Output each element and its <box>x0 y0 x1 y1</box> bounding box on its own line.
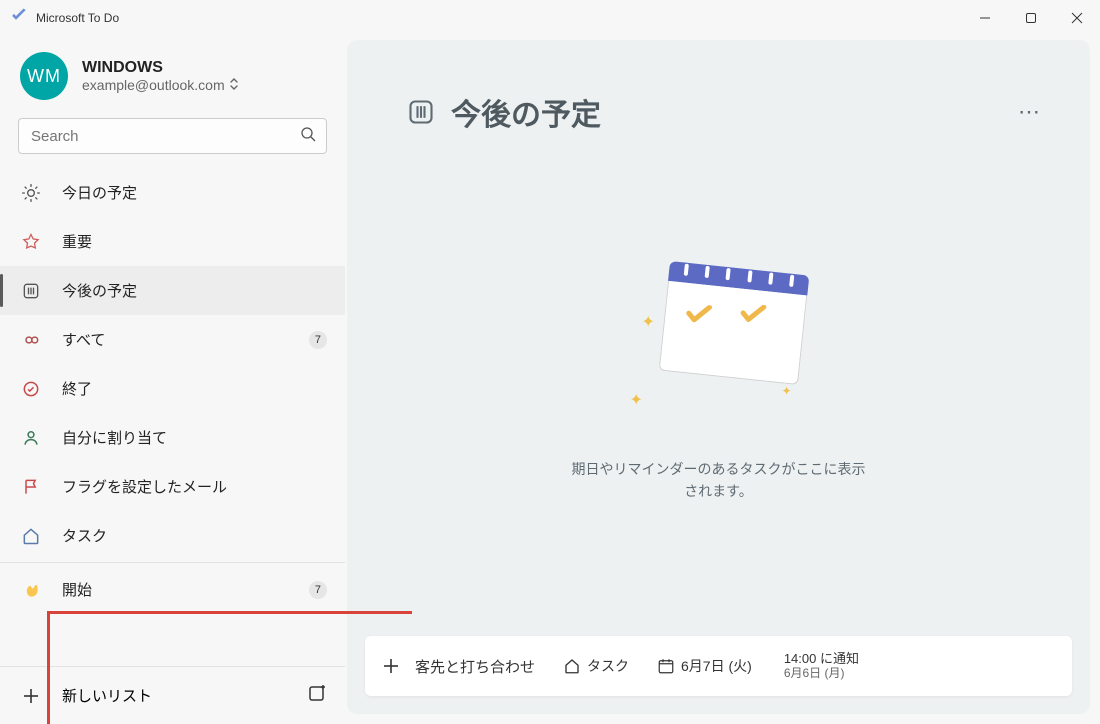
app-title: Microsoft To Do <box>36 11 119 25</box>
nav-label: 今日の予定 <box>62 182 137 203</box>
list-chip[interactable]: タスク <box>555 656 637 676</box>
empty-state-line2: されます。 <box>572 480 866 502</box>
sparkle-icon: ✦ <box>642 312 655 332</box>
nav-divider <box>0 562 345 563</box>
minimize-button[interactable] <box>962 0 1008 36</box>
main-panel: 今後の予定 ⋯ ✦ ✦ ✦ <box>347 40 1090 714</box>
nav-label: 終了 <box>62 378 92 399</box>
search-box[interactable] <box>18 118 327 154</box>
sparkle-icon: ✦ <box>630 390 643 410</box>
person-icon <box>20 427 42 449</box>
profile-name: WINDOWS <box>82 59 239 77</box>
account-switcher[interactable]: WM WINDOWS example@outlook.com <box>0 48 345 114</box>
star-icon <box>20 231 42 253</box>
home-icon <box>563 657 581 675</box>
search-input[interactable] <box>31 128 300 145</box>
sparkle-icon: ✦ <box>782 384 792 398</box>
due-date-label: 6月7日 (火) <box>681 656 752 676</box>
nav-label: 自分に割り当て <box>62 427 167 448</box>
plus-icon[interactable] <box>20 687 42 705</box>
add-task-title[interactable]: 客先と打ち合わせ <box>415 656 535 677</box>
planned-icon <box>20 280 42 302</box>
more-options-button[interactable]: ⋯ <box>1010 99 1050 125</box>
search-icon <box>300 126 316 147</box>
reminder-date: 6月6日 (月) <box>784 667 859 681</box>
nav-label: タスク <box>62 525 107 546</box>
profile-email: example@outlook.com <box>82 77 225 93</box>
list-chip-label: タスク <box>587 656 629 676</box>
wave-icon <box>20 579 42 601</box>
nav-label: 今後の予定 <box>62 280 137 301</box>
count-badge: 7 <box>309 581 327 599</box>
add-task-bar[interactable]: 客先と打ち合わせ タスク 6月7日 (火) <box>365 636 1072 696</box>
nav-label: 重要 <box>62 231 92 252</box>
new-list-label[interactable]: 新しいリスト <box>62 685 152 706</box>
window-controls <box>962 0 1100 36</box>
nav-completed[interactable]: 終了 <box>0 364 345 413</box>
nav-getting-started[interactable]: 開始 7 <box>0 565 345 614</box>
sidebar: WM WINDOWS example@outlook.com <box>0 36 345 724</box>
home-icon <box>20 525 42 547</box>
new-list-row: 新しいリスト <box>0 666 345 724</box>
empty-state: ✦ ✦ ✦ 期日やリマインダーのあるタスクがここに表示 されます。 <box>347 134 1090 636</box>
nav-assigned[interactable]: 自分に割り当て <box>0 413 345 462</box>
infinity-icon <box>20 329 42 351</box>
sun-icon <box>20 182 42 204</box>
plus-icon[interactable] <box>379 657 403 675</box>
new-group-icon[interactable] <box>307 684 327 708</box>
nav-important[interactable]: 重要 <box>0 217 345 266</box>
chevron-updown-icon <box>229 77 239 94</box>
calendar-icon <box>657 657 675 675</box>
nav-my-day[interactable]: 今日の予定 <box>0 168 345 217</box>
reminder-chip[interactable]: 14:00 に通知 6月6日 (月) <box>776 652 859 681</box>
nav-all[interactable]: すべて 7 <box>0 315 345 364</box>
nav-label: フラグを設定したメール <box>62 476 227 497</box>
empty-state-line1: 期日やリマインダーのあるタスクがここに表示 <box>572 458 866 480</box>
nav-tasks[interactable]: タスク <box>0 511 345 560</box>
flag-icon <box>20 476 42 498</box>
maximize-button[interactable] <box>1008 0 1054 36</box>
due-date-chip[interactable]: 6月7日 (火) <box>649 656 760 676</box>
check-circle-icon <box>20 378 42 400</box>
planned-header-icon <box>407 98 435 126</box>
nav-flagged[interactable]: フラグを設定したメール <box>0 462 345 511</box>
page-title: 今後の予定 <box>451 90 601 134</box>
title-bar: Microsoft To Do <box>0 0 1100 36</box>
nav-planned[interactable]: 今後の予定 <box>0 266 345 315</box>
app-logo-icon <box>10 7 28 30</box>
nav-label: すべて <box>62 329 105 350</box>
reminder-time: 14:00 に通知 <box>784 652 859 667</box>
nav-label: 開始 <box>62 579 92 600</box>
empty-illustration: ✦ ✦ ✦ <box>624 268 814 438</box>
close-button[interactable] <box>1054 0 1100 36</box>
count-badge: 7 <box>309 331 327 349</box>
avatar: WM <box>20 52 68 100</box>
